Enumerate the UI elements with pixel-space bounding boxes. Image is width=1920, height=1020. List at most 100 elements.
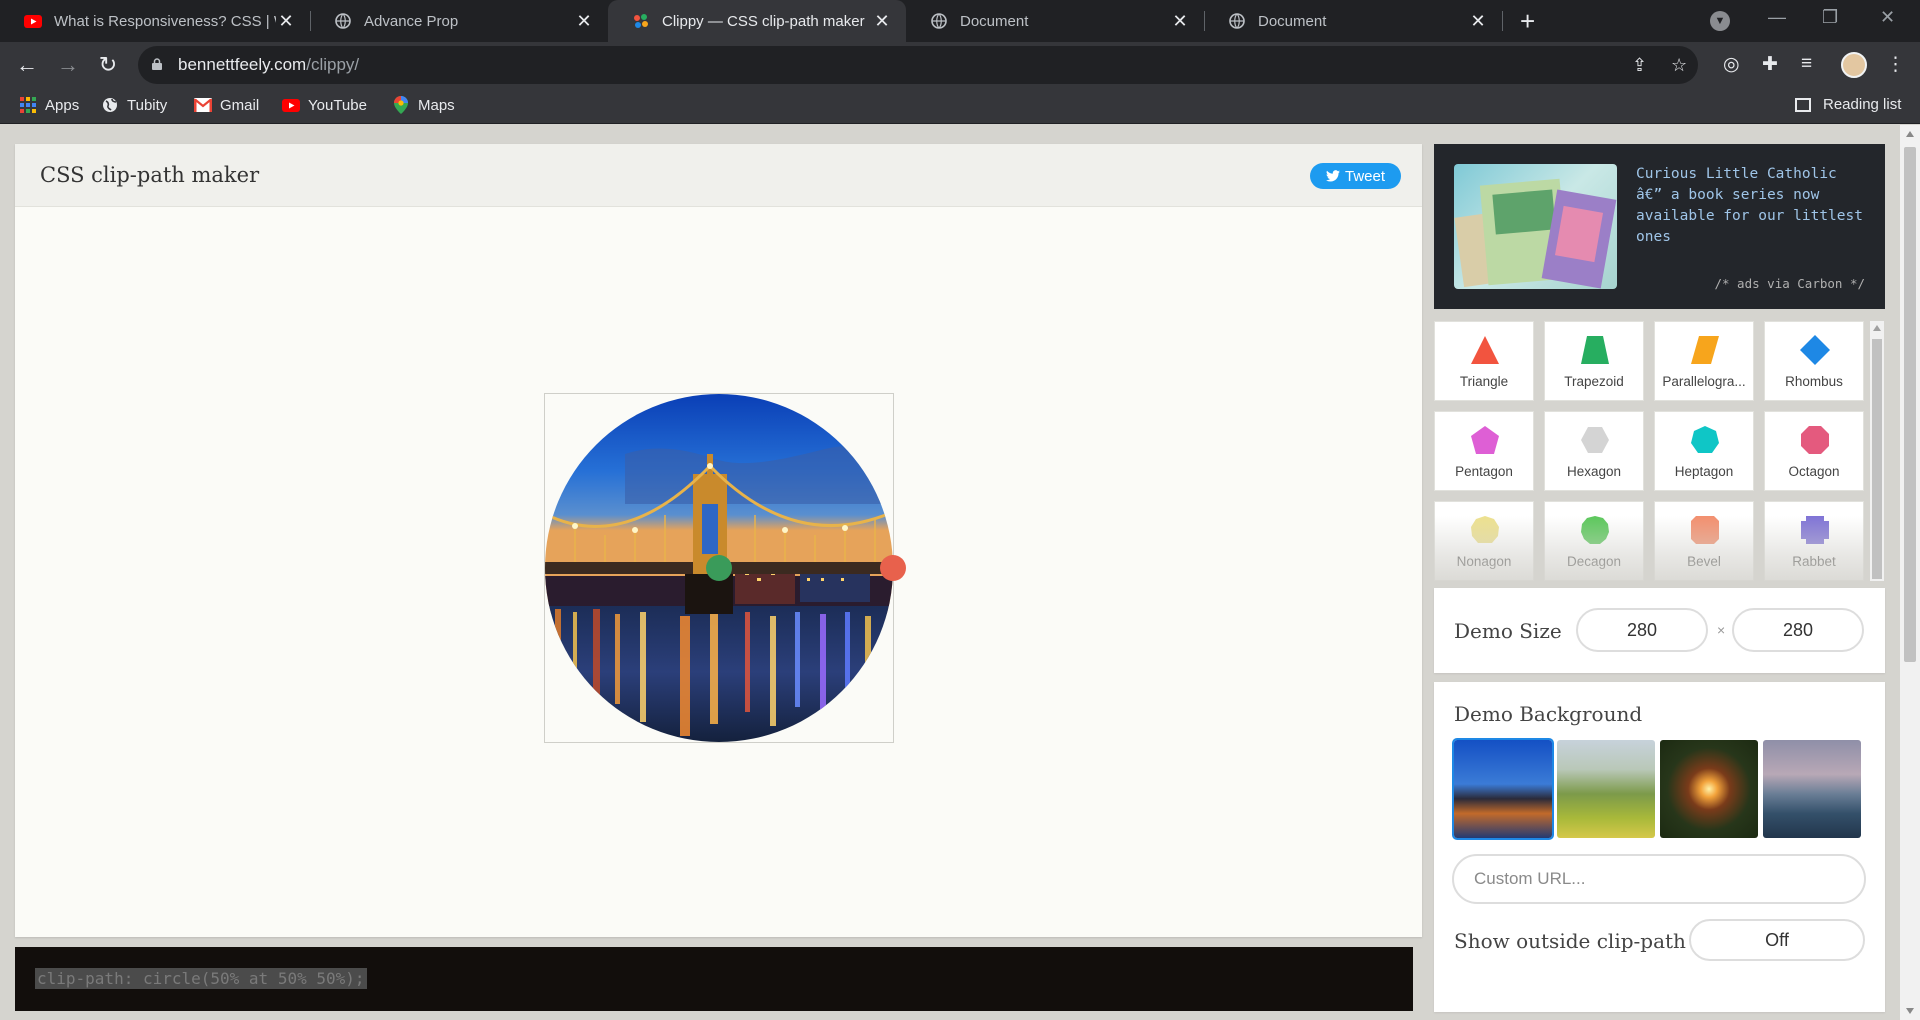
shape-decagon[interactable]: Decagon (1544, 501, 1644, 581)
shape-label: Pentagon (1455, 464, 1513, 479)
tweet-button[interactable]: Tweet (1310, 163, 1401, 189)
share-icon[interactable]: ⇪ (1632, 55, 1647, 76)
ad-book-image (1454, 164, 1617, 289)
close-window-icon[interactable]: ✕ (1880, 7, 1895, 28)
background-thumb-valley[interactable] (1557, 740, 1655, 838)
tab-search-icon[interactable]: ▼ (1710, 11, 1730, 31)
extensions-puzzle-icon[interactable]: ✚ (1762, 53, 1778, 76)
shape-label: Bevel (1687, 554, 1721, 569)
shape-heptagon[interactable]: Heptagon (1654, 411, 1754, 491)
heptagon-shape-icon (1691, 426, 1719, 453)
bookmark-maps[interactable]: Maps (392, 96, 455, 114)
close-tab-icon[interactable]: ✕ (872, 11, 892, 32)
gmail-icon (194, 96, 212, 114)
ad-attribution[interactable]: /* ads via Carbon */ (1714, 276, 1865, 291)
maps-icon (392, 96, 410, 114)
demo-background-label: Demo Background (1454, 702, 1643, 726)
page-scrollbar[interactable] (1900, 125, 1920, 1020)
demo-background-card: Demo Background Custom URL... Show outsi… (1434, 682, 1885, 1012)
reading-list-button[interactable]: Reading list (1795, 96, 1901, 113)
decagon-shape-icon (1581, 516, 1609, 544)
scroll-up-arrow-icon[interactable] (1906, 131, 1914, 137)
custom-url-input[interactable]: Custom URL... (1452, 854, 1866, 904)
shape-bevel[interactable]: Bevel (1654, 501, 1754, 581)
tab-title: Document (960, 12, 1029, 30)
ad-text[interactable]: Curious Little Catholic â€” a book serie… (1636, 164, 1871, 248)
shape-rhombus[interactable]: Rhombus (1764, 321, 1864, 401)
shape-label: Decagon (1566, 554, 1622, 569)
tab-document-2[interactable]: Document ✕ (1204, 0, 1503, 42)
tab-responsiveness[interactable]: What is Responsiveness? CSS | W ✕ (0, 0, 311, 42)
rabbet-shape-icon (1801, 516, 1829, 544)
carbon-ad[interactable]: Curious Little Catholic â€” a book serie… (1434, 144, 1885, 309)
demo-shape-box (544, 393, 906, 743)
shape-trapezoid[interactable]: Trapezoid (1544, 321, 1644, 401)
bookmark-tubity[interactable]: Tubity (101, 96, 167, 114)
close-tab-icon[interactable]: ✕ (574, 11, 594, 32)
rhombus-shape-icon (1800, 335, 1830, 365)
shape-hexagon[interactable]: Hexagon (1544, 411, 1644, 491)
globe-icon (1228, 12, 1246, 30)
tab-advance-prop[interactable]: Advance Prop ✕ (310, 0, 608, 42)
avatar[interactable] (1841, 52, 1867, 78)
demo-width-input[interactable]: 280 (1576, 608, 1708, 652)
bookmark-apps[interactable]: Apps (19, 96, 79, 114)
tab-clippy[interactable]: Clippy — CSS clip-path maker ✕ (608, 0, 906, 42)
address-bar[interactable]: bennettfeely.com/clippy/ ⇪ ☆ (138, 46, 1698, 84)
back-icon[interactable]: ← (13, 51, 41, 79)
tab-title: What is Responsiveness? CSS | W (54, 12, 276, 30)
new-tab-icon[interactable]: + (1520, 6, 1535, 36)
tab-title: Document (1258, 12, 1327, 30)
globe-icon (930, 12, 948, 30)
tab-title: Advance Prop (364, 12, 459, 30)
tab-document-1[interactable]: Document ✕ (906, 0, 1205, 42)
pentagon-shape-icon (1471, 426, 1499, 454)
shape-octagon[interactable]: Octagon (1764, 411, 1864, 491)
close-tab-icon[interactable]: ✕ (1468, 11, 1488, 32)
shape-parallelogram[interactable]: Parallelogra... (1654, 321, 1754, 401)
bookmark-gmail[interactable]: Gmail (194, 96, 259, 114)
bookmark-label: Gmail (220, 96, 260, 114)
bookmark-youtube[interactable]: YouTube (282, 96, 367, 114)
shape-label: Triangle (1459, 374, 1509, 389)
shape-nonagon[interactable]: Nonagon (1434, 501, 1534, 581)
nonagon-shape-icon (1471, 516, 1499, 543)
shape-triangle[interactable]: Triangle (1434, 321, 1534, 401)
browser-toolbar: ← → ↻ bennettfeely.com/clippy/ ⇪ ☆ ◎ ✚ ≡… (0, 42, 1920, 88)
close-tab-icon[interactable]: ✕ (1170, 11, 1190, 32)
shape-rabbet[interactable]: Rabbet (1764, 501, 1864, 581)
bookmark-label: Tubity (127, 96, 168, 114)
minimize-icon[interactable]: — (1768, 7, 1786, 28)
page-scroll-thumb[interactable] (1904, 147, 1916, 662)
background-thumb-bridge[interactable] (1452, 738, 1554, 840)
extension-badge-icon[interactable]: ◎ (1723, 53, 1740, 76)
close-tab-icon[interactable]: ✕ (276, 11, 296, 32)
apps-grid-icon (19, 96, 37, 114)
demo-height-input[interactable]: 280 (1732, 608, 1864, 652)
background-thumb-sparkler[interactable] (1660, 740, 1758, 838)
clip-editor-panel: CSS clip-path maker Tweet (15, 144, 1422, 937)
radius-handle[interactable] (880, 555, 906, 581)
reload-icon[interactable]: ↻ (94, 51, 122, 79)
trapezoid-shape-icon (1581, 336, 1609, 364)
demo-size-card: Demo Size 280 × 280 (1434, 588, 1885, 673)
restore-icon[interactable]: ❐ (1822, 7, 1838, 28)
css-output-bar: clip-path: circle(50% at 50% 50%); (15, 947, 1413, 1011)
scroll-up-arrow-icon[interactable] (1873, 325, 1881, 331)
shape-pentagon[interactable]: Pentagon (1434, 411, 1534, 491)
bookmark-star-icon[interactable]: ☆ (1671, 55, 1687, 76)
shape-label: Rhombus (1785, 374, 1843, 389)
youtube-icon (24, 12, 42, 30)
show-outside-toggle[interactable]: Off (1689, 919, 1865, 961)
media-control-icon[interactable]: ≡ (1801, 53, 1812, 75)
scroll-down-arrow-icon[interactable] (1906, 1008, 1914, 1014)
forward-icon[interactable]: → (54, 51, 82, 79)
shape-label: Parallelogra... (1662, 374, 1746, 389)
reading-list-icon (1795, 97, 1811, 112)
menu-kebab-icon[interactable]: ⋮ (1886, 53, 1905, 76)
css-code-output[interactable]: clip-path: circle(50% at 50% 50%); (35, 968, 367, 989)
url-text: bennettfeely.com/clippy/ (178, 55, 360, 74)
shape-grid-scrollbar[interactable] (1870, 321, 1884, 581)
center-handle[interactable] (706, 555, 732, 581)
background-thumb-ocean[interactable] (1763, 740, 1861, 838)
